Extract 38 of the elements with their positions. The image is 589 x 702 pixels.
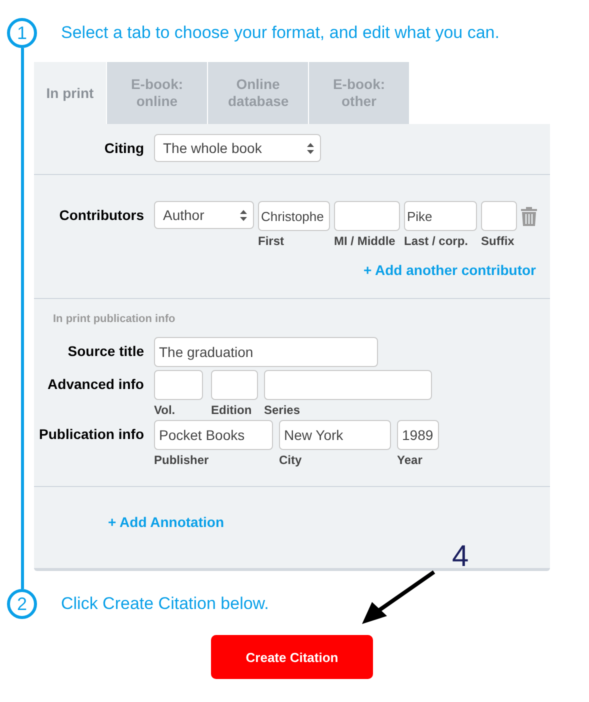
trash-icon[interactable] <box>521 207 537 226</box>
field-label: Publication info <box>38 425 144 442</box>
section-heading: In print publication info <box>52 313 176 327</box>
input-field[interactable]: 1989 <box>397 420 439 450</box>
callout-number: 4 <box>452 540 469 574</box>
step-number: 1 <box>7 18 37 48</box>
field-label: Citing <box>103 139 144 156</box>
up-down-caret-icon <box>307 142 314 154</box>
field-caption: Last / corp. <box>404 234 470 248</box>
input-field[interactable]: New York <box>279 420 391 450</box>
field-caption: Suffix <box>481 234 516 248</box>
input-field[interactable] <box>154 370 203 400</box>
input-field[interactable]: Pocket Books <box>154 420 273 450</box>
field-caption: Series <box>264 403 302 417</box>
step-number: 2 <box>7 589 37 619</box>
field-caption: City <box>279 453 303 467</box>
input-field[interactable] <box>334 201 400 231</box>
role-select[interactable]: Author <box>154 201 254 229</box>
field-caption: First <box>258 234 286 248</box>
input-field[interactable] <box>211 370 258 400</box>
step-instruction: Select a tab to choose your format, and edit what you can. <box>61 23 500 43</box>
input-field[interactable]: The graduation <box>154 337 378 367</box>
field-caption: MI / Middle <box>334 234 396 248</box>
create-citation-button[interactable]: Create Citation <box>211 635 373 679</box>
field-label: Source title <box>66 342 144 359</box>
field-caption: Vol. <box>154 403 176 417</box>
field-caption: Publisher <box>154 453 210 467</box>
field-label: Advanced info <box>46 375 144 392</box>
up-down-caret-icon <box>240 210 247 220</box>
citing-select[interactable]: The whole book <box>154 134 321 162</box>
step-instruction: Click Create Citation below. <box>61 594 270 614</box>
field-label: Contributors <box>58 206 144 223</box>
input-field[interactable]: Christophe <box>258 201 330 231</box>
input-field[interactable]: Pike <box>404 201 477 231</box>
input-field[interactable] <box>481 201 517 231</box>
input-field[interactable] <box>264 370 432 400</box>
field-caption: Edition <box>211 403 253 417</box>
field-caption: Year <box>397 453 424 467</box>
